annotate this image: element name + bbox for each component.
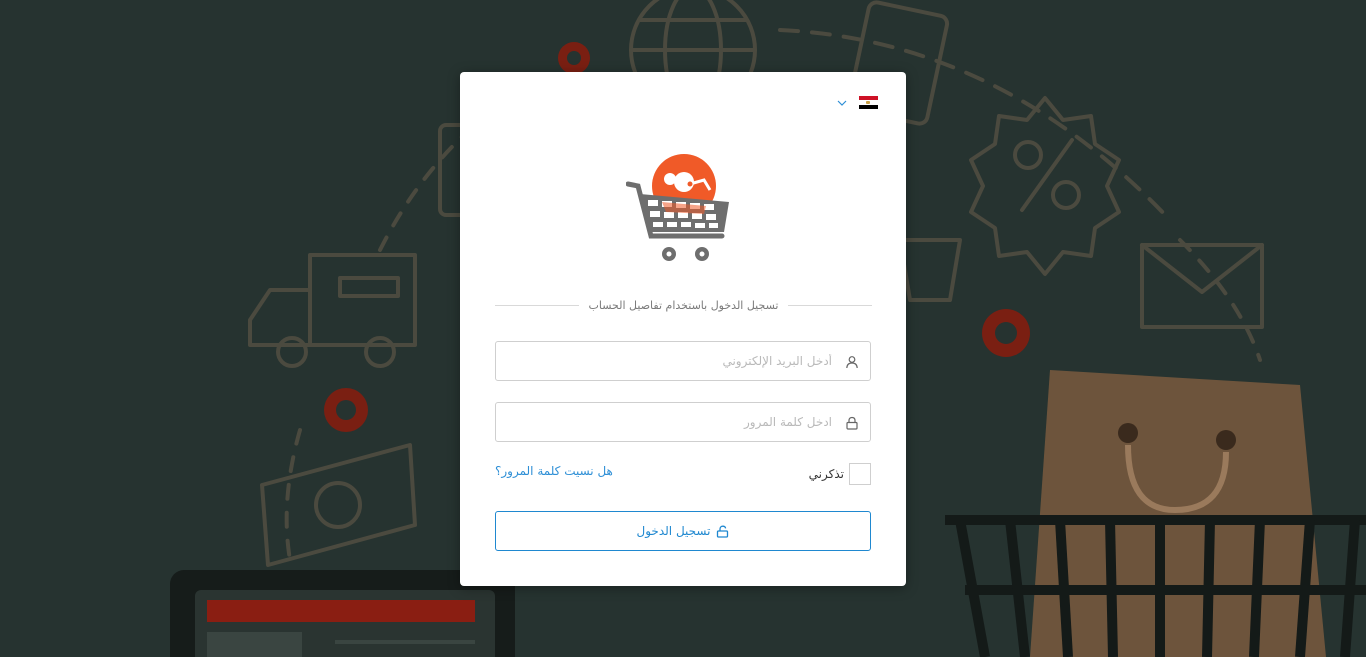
divider-line [495,304,579,306]
unlock-icon [717,525,729,538]
login-heading-divider: تسجيل الدخول باستخدام تفاصيل الحساب [495,295,872,315]
login-heading: تسجيل الدخول باستخدام تفاصيل الحساب [588,298,779,312]
forgot-password-link[interactable]: هل نسيت كلمة المرور؟ [495,464,613,478]
divider-line [788,304,872,306]
remember-me-checkbox[interactable]: تذكرني [809,463,871,485]
cart-logo [626,154,729,261]
login-card: تسجيل الدخول باستخدام تفاصيل الحساب تذكر… [460,72,906,586]
email-input[interactable] [502,348,832,374]
flag-syria-icon[interactable] [859,96,878,109]
chevron-down-icon[interactable] [837,100,847,106]
login-button-label: تسجيل الدخول [636,524,711,538]
remember-me-label: تذكرني [808,467,844,481]
login-button[interactable]: تسجيل الدخول [495,511,871,551]
password-input[interactable] [502,409,832,435]
email-field[interactable] [495,341,871,381]
shopping-bag-icon [1030,370,1326,657]
password-field[interactable] [495,402,871,442]
user-icon [846,356,858,369]
checkbox-box[interactable] [849,463,871,485]
language-selector[interactable] [837,96,878,109]
lock-icon [846,416,858,430]
